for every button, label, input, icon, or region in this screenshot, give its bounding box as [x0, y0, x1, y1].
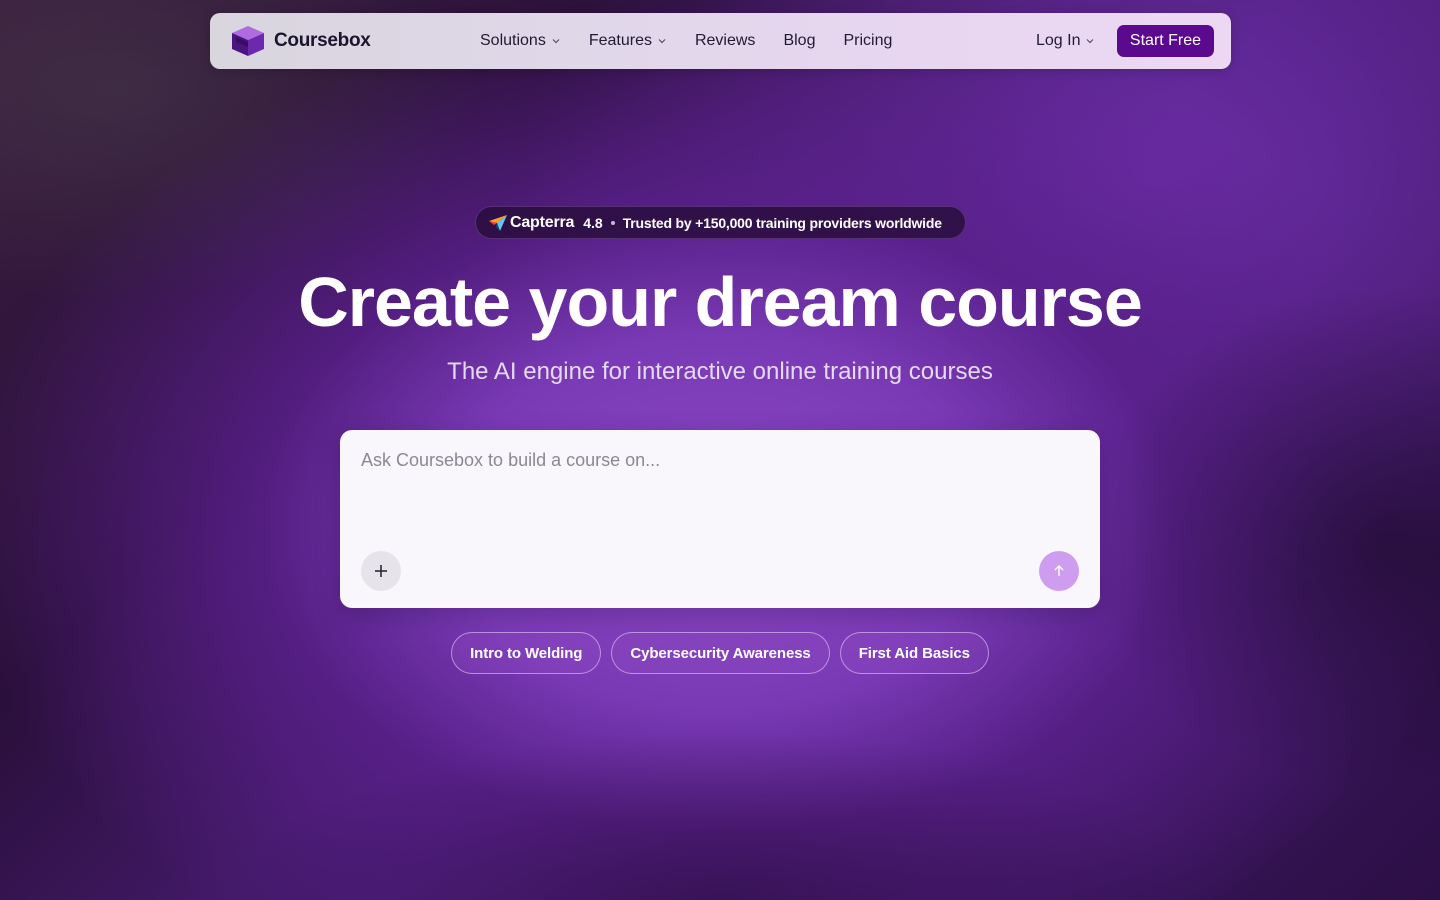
nav-item-blog[interactable]: Blog	[783, 32, 815, 50]
trusted-text: Trusted by +150,000 training providers w…	[622, 214, 942, 231]
logo-text: Coursebox	[274, 30, 371, 51]
capterra-brand: Capterra	[510, 213, 575, 231]
course-prompt-input[interactable]	[361, 450, 1079, 550]
course-prompt-box	[340, 430, 1100, 608]
top-nav: Coursebox Solutions Features Reviews Blo…	[210, 13, 1231, 69]
graduation-cap-cube-icon	[232, 26, 264, 56]
send-prompt-button[interactable]	[1039, 551, 1079, 591]
arrow-up-icon	[1054, 565, 1064, 576]
hero-title: Create your dream course	[298, 263, 1143, 341]
start-free-button[interactable]: Start Free	[1117, 25, 1214, 57]
nav-item-label: Solutions	[480, 32, 546, 49]
chevron-down-icon	[1087, 39, 1094, 44]
nav-item-label: Features	[588, 32, 652, 49]
capterra-arrow-icon	[489, 214, 507, 231]
nav-item-label: Blog	[783, 32, 816, 49]
login-menu[interactable]: Log In	[1036, 13, 1095, 69]
nav-item-pricing[interactable]: Pricing	[843, 32, 892, 50]
add-attachment-button[interactable]	[361, 551, 401, 591]
chevron-down-icon	[552, 39, 560, 44]
hero-subtitle: The AI engine for interactive online tra…	[447, 358, 993, 385]
separator-dot	[610, 220, 615, 225]
rating-value: 4.8	[583, 214, 603, 231]
nav-item-label: Pricing	[843, 32, 893, 49]
chevron-down-icon	[658, 39, 666, 44]
nav-links: Solutions Features Reviews Blog Pricing	[480, 13, 892, 69]
capterra-rating-badge[interactable]: Capterra 4.8 Trusted by +150,000 trainin…	[475, 206, 966, 239]
suggestion-chip-cybersecurity[interactable]: Cybersecurity Awareness	[611, 632, 830, 674]
nav-item-solutions[interactable]: Solutions	[480, 32, 561, 50]
nav-item-features[interactable]: Features	[589, 32, 667, 50]
nav-item-reviews[interactable]: Reviews	[695, 32, 755, 50]
suggestion-chip-first-aid[interactable]: First Aid Basics	[839, 632, 989, 674]
plus-icon	[375, 565, 387, 577]
suggestion-chips: Intro to Welding Cybersecurity Awareness…	[0, 632, 1440, 674]
login-label: Log In	[1036, 32, 1081, 49]
logo[interactable]: Coursebox	[230, 24, 371, 58]
suggestion-chip-welding[interactable]: Intro to Welding	[451, 632, 602, 674]
nav-item-label: Reviews	[694, 32, 756, 49]
